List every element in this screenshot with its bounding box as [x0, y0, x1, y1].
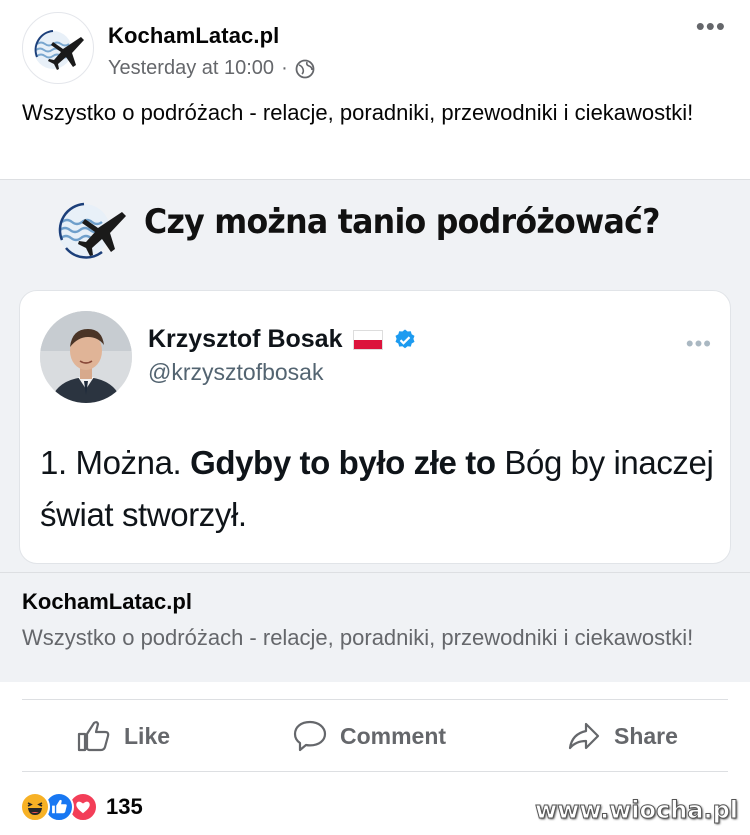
watermark: www.wiocha.pl [534, 796, 738, 825]
image-headline-row: Czy można tanio podróżować? [46, 182, 726, 272]
tweet-author-name: Krzysztof Bosak [148, 325, 417, 354]
link-preview-card[interactable]: Czy można tanio podróżować? Krzysztof Bo… [0, 179, 750, 682]
tweet-more-icon: ••• [685, 331, 712, 356]
post-image[interactable]: Czy można tanio podróżować? Krzysztof Bo… [0, 180, 750, 572]
comment-button[interactable]: Comment [292, 718, 446, 754]
tweet-card: Krzysztof Bosak @krzysztofbosak ••• 1. M… [19, 290, 731, 564]
tweet-text: 1. Można. Gdyby to było złe to Bóg by in… [40, 437, 720, 541]
tweet-text-bold: Gdyby to było złe to [190, 444, 496, 481]
meta-separator: · [281, 57, 288, 79]
comment-icon [293, 720, 327, 752]
verified-badge-icon [395, 329, 414, 348]
post-caption: Wszystko o podróżach - relacje, poradnik… [22, 100, 694, 125]
page-name[interactable]: KochamLatac.pl [108, 23, 279, 49]
person-photo-icon [40, 311, 132, 403]
image-headline: Czy można tanio podróżować? [144, 202, 660, 242]
comment-label: Comment [340, 722, 447, 749]
like-button[interactable]: Like [76, 718, 170, 754]
plane-logo-icon [58, 202, 126, 259]
link-description: Wszystko o podróżach - relacje, poradnik… [22, 625, 694, 650]
tweet-author-label: Krzysztof Bosak [148, 325, 343, 353]
link-title[interactable]: KochamLatac.pl [22, 589, 192, 615]
poland-flag-icon [352, 329, 383, 350]
reactions-summary[interactable]: 135 [20, 792, 143, 822]
post-header: KochamLatac.pl Yesterday at 10:00 · ••• [22, 10, 732, 85]
thumbs-up-icon [77, 721, 110, 752]
haha-reaction-icon [20, 792, 50, 822]
reaction-count[interactable]: 135 [106, 794, 143, 820]
tweet-handle: @krzysztofbosak [148, 359, 324, 385]
page-avatar[interactable] [22, 12, 94, 84]
post-meta: Yesterday at 10:00 · [108, 57, 315, 80]
share-arrow-icon [568, 722, 600, 750]
tweet-avatar [40, 311, 132, 403]
plane-logo-icon [34, 30, 84, 70]
action-bar: Like Comment Share [0, 700, 750, 770]
link-info[interactable]: KochamLatac.pl Wszystko o podróżach - re… [0, 572, 750, 682]
more-options-icon[interactable]: ••• [696, 13, 726, 39]
globe-icon [295, 59, 315, 78]
like-label: Like [124, 722, 171, 749]
divider [22, 771, 728, 772]
share-label: Share [614, 722, 678, 749]
share-button[interactable]: Share [566, 718, 678, 754]
post-timestamp[interactable]: Yesterday at 10:00 [108, 57, 274, 80]
tweet-text-part1: 1. Można. [40, 444, 191, 481]
